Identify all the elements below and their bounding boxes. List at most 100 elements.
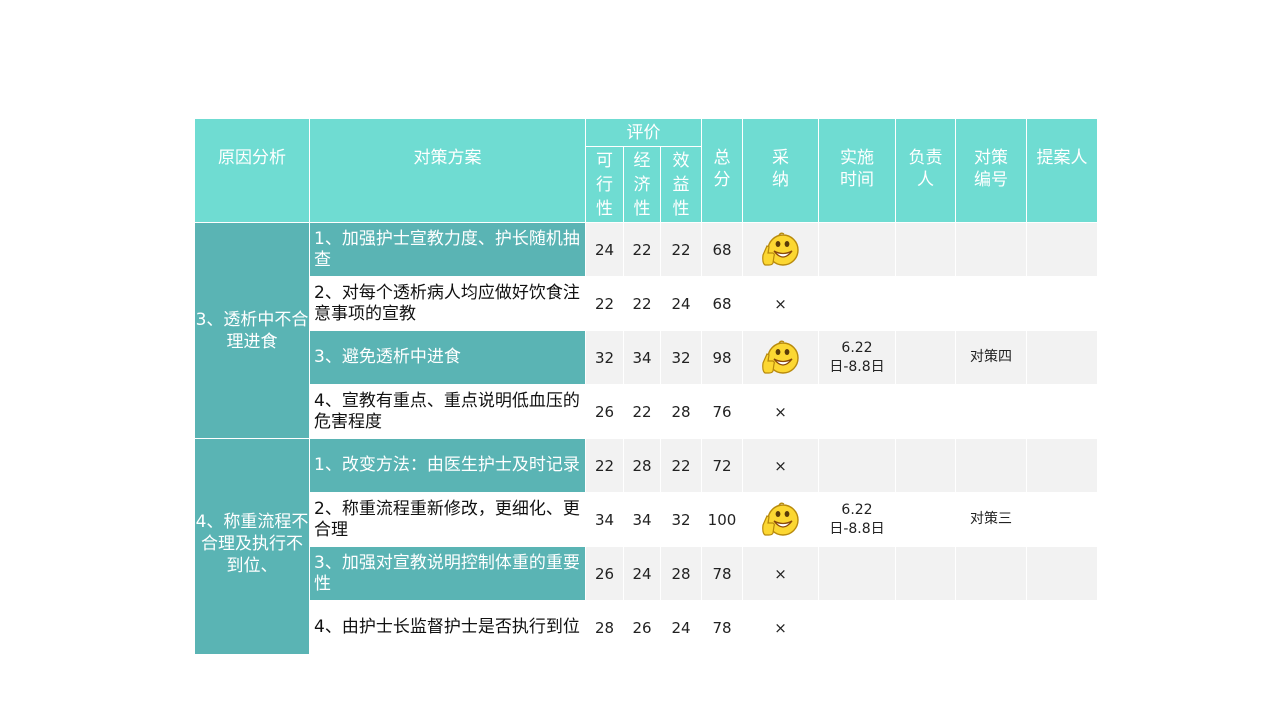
owner-cell xyxy=(895,222,956,277)
header-feasibility: 可行性 xyxy=(585,146,624,223)
total-score-cell: 68 xyxy=(701,276,743,331)
adopt-cell xyxy=(742,492,819,547)
plan-text: 2、称重流程重新修改，更细化、更合理 xyxy=(314,498,580,540)
countermeasure-table: 原因分析 对策方案 评价 总分 采纳 实施 时间 负责人 对策 编号 提案人 可行性 xyxy=(194,118,1098,655)
code-cell xyxy=(955,438,1027,493)
owner-cell xyxy=(895,330,956,385)
smiley-thumbs-up-icon xyxy=(761,502,799,536)
feasibility-score-cell: 28 xyxy=(585,600,624,655)
table-row: 3、透析中不合理进食 1、加强护士宣教力度、护长随机抽查 24 22 22 68 xyxy=(194,222,1098,439)
adopt-cell xyxy=(742,330,819,385)
economy-score-cell: 22 xyxy=(623,384,661,439)
plan-text: 1、加强护士宣教力度、护长随机抽查 xyxy=(314,228,580,270)
plan-text: 4、宣教有重点、重点说明低血压的危害程度 xyxy=(314,390,580,432)
economy-score-cell: 22 xyxy=(623,222,661,277)
total-score-cell: 68 xyxy=(701,222,743,277)
header-benefit: 效益性 xyxy=(660,146,702,223)
feasibility-score-cell: 32 xyxy=(585,330,624,385)
plan-cell: 4、由护士长监督护士是否执行到位 xyxy=(309,600,586,655)
total-score-cell: 78 xyxy=(701,546,743,601)
total-score-cell: 100 xyxy=(701,492,743,547)
plan-cell: 4、宣教有重点、重点说明低血压的危害程度 xyxy=(309,384,586,439)
economy-score-cell: 34 xyxy=(623,330,661,385)
not-adopted-mark: × xyxy=(774,402,787,421)
code-cell xyxy=(955,600,1027,655)
header-plan: 对策方案 xyxy=(309,118,586,223)
table-row: 3、加强对宣教说明控制体重的重要性 26 24 28 78 × xyxy=(195,546,1098,601)
header-adopt: 采纳 xyxy=(742,118,819,223)
plan-cell: 2、对每个透析病人均应做好饮食注意事项的宣教 xyxy=(309,276,586,331)
time-cell xyxy=(818,384,896,439)
plan-text: 2、对每个透析病人均应做好饮食注意事项的宣教 xyxy=(314,282,580,324)
proposer-cell xyxy=(1026,438,1098,493)
table-row: 4、由护士长监督护士是否执行到位 28 26 24 78 × xyxy=(195,600,1098,655)
proposer-cell xyxy=(1026,276,1098,331)
proposer-cell xyxy=(1026,222,1098,277)
time-cell xyxy=(818,438,896,493)
table-row: 2、称重流程重新修改，更细化、更合理 34 34 32 100 6.22日-8.8日 对策… xyxy=(195,492,1098,547)
not-adopted-mark: × xyxy=(774,456,787,475)
economy-score-cell: 24 xyxy=(623,546,661,601)
plan-cell: 3、避免透析中进食 xyxy=(309,330,586,385)
benefit-score-cell: 24 xyxy=(660,600,702,655)
plan-text: 3、加强对宣教说明控制体重的重要性 xyxy=(314,552,580,594)
owner-cell xyxy=(895,438,956,493)
cause-label: 4、称重流程不合理及执行不到位、 xyxy=(195,512,309,576)
feasibility-score-cell: 22 xyxy=(585,276,624,331)
proposer-cell xyxy=(1026,330,1098,385)
table-row: 2、对每个透析病人均应做好饮食注意事项的宣教 22 22 24 68 × xyxy=(195,276,1098,331)
benefit-score-cell: 32 xyxy=(660,330,702,385)
feasibility-score-cell: 34 xyxy=(585,492,624,547)
total-score-cell: 76 xyxy=(701,384,743,439)
header-owner: 负责人 xyxy=(895,118,956,223)
plan-cell: 1、加强护士宣教力度、护长随机抽查 xyxy=(309,222,586,277)
owner-cell xyxy=(895,600,956,655)
plan-text: 1、改变方法：由医生护士及时记录 xyxy=(314,455,580,475)
benefit-score-cell: 24 xyxy=(660,276,702,331)
time-cell xyxy=(818,546,896,601)
plan-cell: 3、加强对宣教说明控制体重的重要性 xyxy=(309,546,586,601)
owner-cell xyxy=(895,492,956,547)
header-total: 总分 xyxy=(701,118,743,223)
table-row: 4、称重流程不合理及执行不到位、 1、改变方法：由医生护士及时记录 22 28 22 72… xyxy=(194,438,1098,655)
plan-cell: 1、改变方法：由医生护士及时记录 xyxy=(309,438,586,493)
header-code: 对策 编号 xyxy=(955,118,1027,223)
proposer-cell xyxy=(1026,492,1098,547)
benefit-score-cell: 22 xyxy=(660,438,702,493)
owner-cell xyxy=(895,384,956,439)
time-cell: 6.22日-8.8日 xyxy=(818,330,896,385)
header-proposer: 提案人 xyxy=(1026,118,1098,223)
table-row: 4、宣教有重点、重点说明低血压的危害程度 26 22 28 76 × xyxy=(195,384,1098,439)
adopt-cell: × xyxy=(742,546,819,601)
owner-cell xyxy=(895,276,956,331)
plan-cell: 2、称重流程重新修改，更细化、更合理 xyxy=(309,492,586,547)
not-adopted-mark: × xyxy=(774,564,787,583)
benefit-score-cell: 22 xyxy=(660,222,702,277)
time-cell xyxy=(818,600,896,655)
feasibility-score-cell: 24 xyxy=(585,222,624,277)
total-score-cell: 72 xyxy=(701,438,743,493)
feasibility-score-cell: 26 xyxy=(585,384,624,439)
smiley-thumbs-up-icon xyxy=(761,340,799,374)
feasibility-score-cell: 22 xyxy=(585,438,624,493)
adopt-cell xyxy=(742,222,819,277)
cause-cell: 4、称重流程不合理及执行不到位、 xyxy=(194,438,310,655)
code-cell: 对策三 xyxy=(955,492,1027,547)
not-adopted-mark: × xyxy=(774,618,787,637)
adopt-cell: × xyxy=(742,600,819,655)
economy-score-cell: 26 xyxy=(623,600,661,655)
not-adopted-mark: × xyxy=(774,294,787,313)
economy-score-cell: 22 xyxy=(623,276,661,331)
header-cause: 原因分析 xyxy=(194,118,310,223)
smiley-thumbs-up-icon xyxy=(761,232,799,266)
adopt-cell: × xyxy=(742,384,819,439)
benefit-score-cell: 28 xyxy=(660,384,702,439)
plan-text: 3、避免透析中进食 xyxy=(314,347,461,367)
code-cell xyxy=(955,276,1027,331)
header-evaluation: 评价 xyxy=(585,118,702,147)
header-time: 实施 时间 xyxy=(818,118,896,223)
time-cell: 6.22日-8.8日 xyxy=(818,492,896,547)
time-cell xyxy=(818,222,896,277)
total-score-cell: 78 xyxy=(701,600,743,655)
economy-score-cell: 28 xyxy=(623,438,661,493)
